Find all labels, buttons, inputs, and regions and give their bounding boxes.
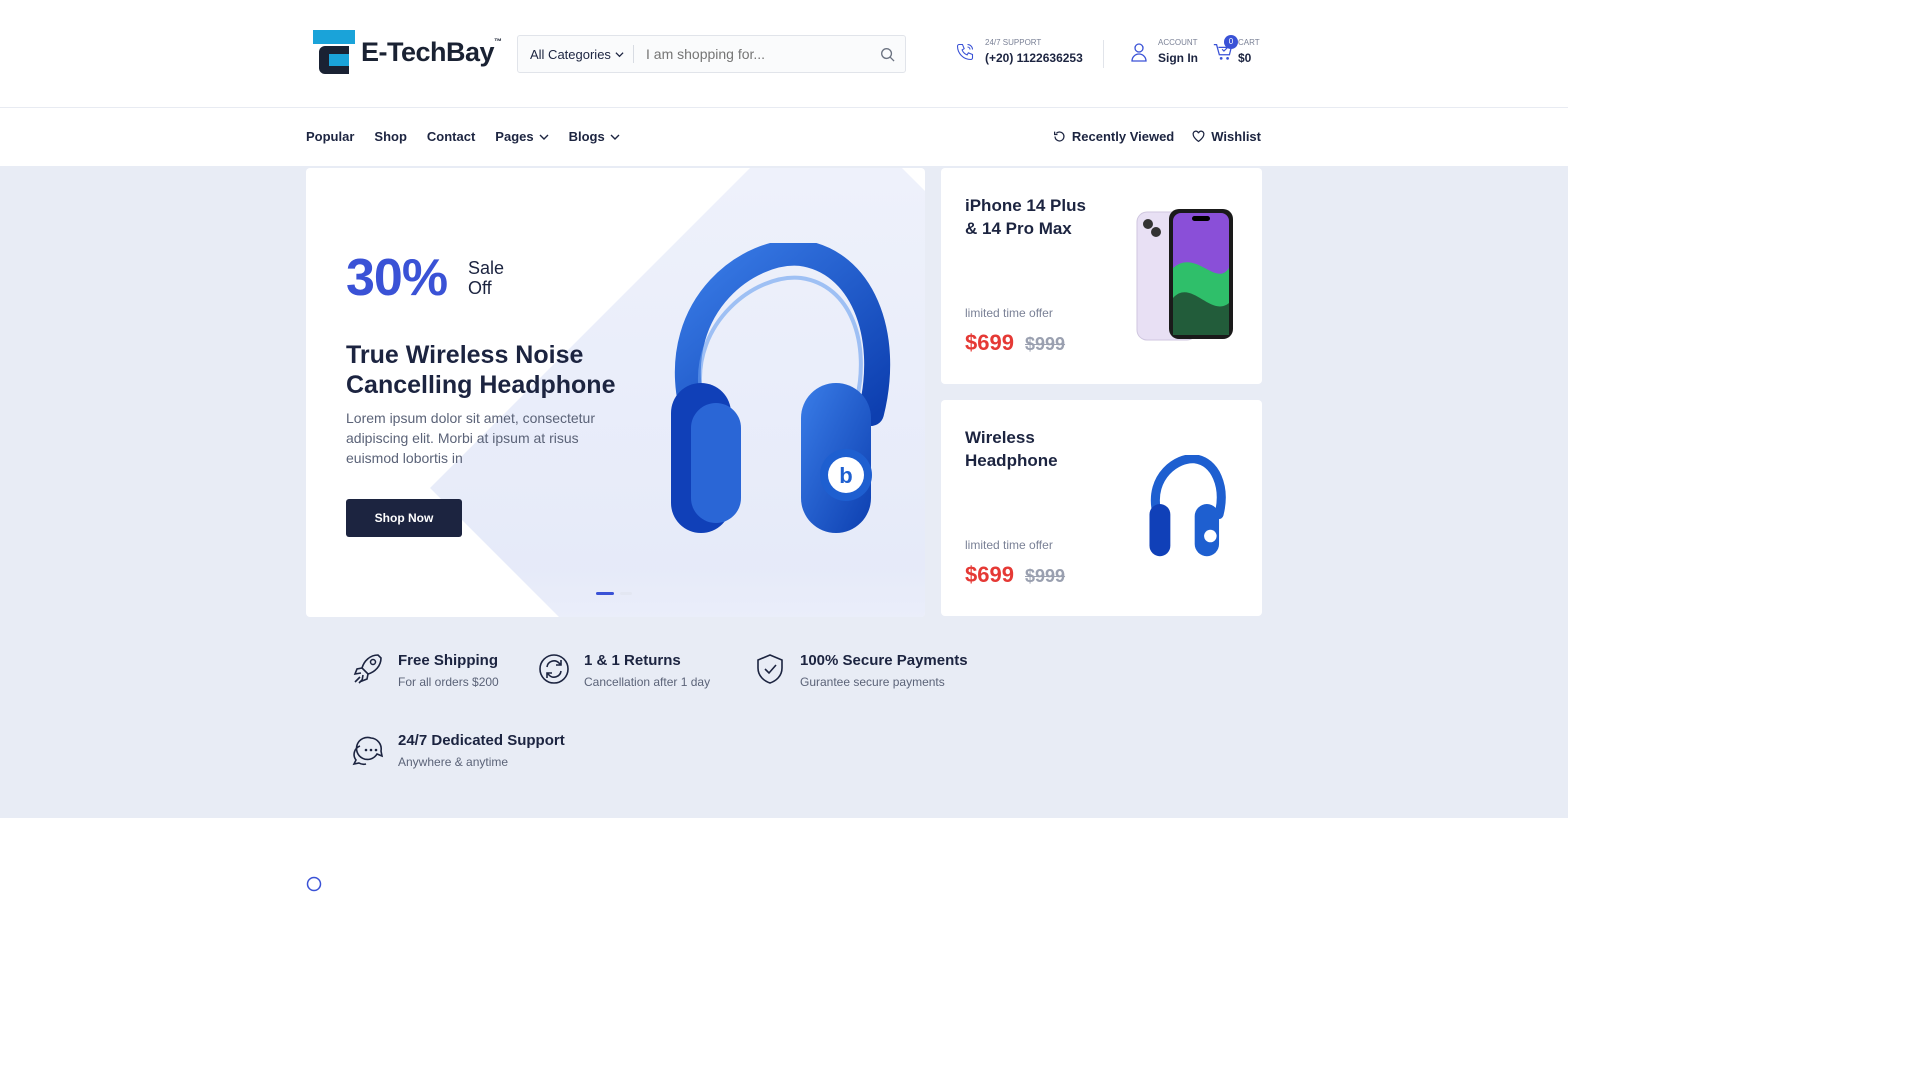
nav-item-shop[interactable]: Shop [374,129,407,144]
account-label: ACCOUNT [1158,38,1198,47]
search-input[interactable] [634,46,869,62]
hero-description: Lorem ipsum dolor sit amet, consectetur … [346,410,595,466]
feature-secure-payments: 100% Secure Payments Gurantee secure pay… [754,652,968,689]
next-section [0,818,1568,892]
logo-mark-icon [313,30,355,74]
feature-title: 24/7 Dedicated Support [398,732,565,749]
feature-returns: 1 & 1 Returns Cancellation after 1 day [538,652,710,689]
hero-slider: 30% Sale Off True Wireless Noise Cancelli… [306,168,925,617]
promo-limited-label: limited time offer [965,538,1053,552]
brand-logo[interactable]: E-TechBay™ [313,30,502,74]
slider-dot[interactable] [620,592,632,595]
nav-label: Popular [306,129,355,144]
promo-title: iPhone 14 Plus & 14 Pro Max [965,196,1086,238]
promo-old-price: $999 [1025,566,1066,586]
shop-now-button[interactable]: Shop Now [346,499,462,537]
sign-in-link[interactable]: Sign In [1158,51,1198,65]
chat-bubbles-icon [352,736,384,766]
hero-title: True Wireless Noise Cancelling Headphone [346,341,616,399]
nav-item-pages[interactable]: Pages [495,129,549,144]
cart-link[interactable]: 0 CART $0 [1212,35,1260,65]
feature-subtitle: Cancellation after 1 day [584,675,711,689]
iphone-image [1136,209,1233,341]
feature-subtitle: For all orders $200 [398,675,499,689]
feature-title: Free Shipping [398,652,499,669]
nav-label: Contact [426,129,476,144]
cart-total: $0 [1238,51,1252,65]
category-select-label: All Categories [530,46,611,62]
recently-viewed-label: Recently Viewed [1071,129,1175,144]
promo-price: $699 [965,562,1014,587]
headphone-image: b [671,243,891,533]
cart-count-badge: 0 [1224,35,1238,49]
promo-title: Wireless Headphone [965,428,1058,470]
wishlist-link[interactable]: Wishlist [1192,129,1261,144]
feature-title: 100% Secure Payments [800,652,968,669]
site-header: E-TechBay™ All Categories 24/7 SUPPORT (… [0,0,1568,108]
chevron-down-icon [615,51,624,57]
nav-utilities: Recently Viewed Wishlist [1053,129,1261,144]
promo-card-iphone[interactable]: iPhone 14 Plus & 14 Pro Max limited time… [941,168,1262,384]
nav-label: Pages [495,129,534,144]
promo-price: $699 [965,330,1014,355]
rocket-icon [353,654,382,684]
nav-menu: Popular Shop Contact Pages Blogs [306,129,620,144]
hero-sale-label: Sale Off [468,258,505,298]
support-phone: (+20) 1122636253 [985,51,1083,65]
slider-dot-active[interactable] [596,592,614,595]
support-contact[interactable]: 24/7 SUPPORT (+20) 1122636253 [955,38,1083,65]
shield-check-icon [757,654,783,684]
feature-subtitle: Gurantee secure payments [800,675,945,689]
recently-viewed-link[interactable]: Recently Viewed [1053,129,1174,144]
feature-free-shipping: Free Shipping For all orders $200 [352,652,499,689]
wishlist-label: Wishlist [1211,129,1261,144]
phone-icon [956,43,974,60]
category-select[interactable]: All Categories [518,45,634,63]
category-icon [306,876,322,892]
nav-item-contact[interactable]: Contact [427,129,475,144]
header-divider [1103,40,1104,68]
chevron-down-icon [610,134,620,140]
feature-support: 24/7 Dedicated Support Anywhere & anytim… [352,732,565,769]
svg-text:b: b [839,463,852,488]
headphone-image [1149,455,1226,557]
feature-subtitle: Anywhere & anytime [398,755,509,769]
heart-icon [1192,130,1205,143]
promo-limited-label: limited time offer [965,306,1053,320]
main-nav: Popular Shop Contact Pages Blogs Recentl… [0,108,1568,166]
cart-label: CART [1238,38,1260,47]
next-section-heading [306,876,322,892]
search-icon [880,47,895,62]
nav-item-blogs[interactable]: Blogs [569,129,620,144]
chevron-down-icon [539,134,549,140]
feature-title: 1 & 1 Returns [584,652,681,669]
promo-card-headphone[interactable]: Wireless Headphone limited time offer $6… [941,400,1262,616]
nav-item-popular[interactable]: Popular [306,129,354,144]
promo-old-price: $999 [1025,334,1066,354]
user-icon [1131,42,1147,62]
nav-label: Shop [374,129,407,144]
search-button[interactable] [869,47,905,62]
slider-dots [596,592,632,595]
brand-name: E-TechBay™ [361,36,502,67]
nav-label: Blogs [568,129,605,144]
refresh-icon [539,654,569,684]
history-icon [1053,131,1065,142]
search-bar: All Categories [517,35,906,73]
hero-discount: 30% [346,249,448,307]
account-link[interactable]: ACCOUNT Sign In [1130,38,1198,65]
support-label: 24/7 SUPPORT [985,38,1042,47]
